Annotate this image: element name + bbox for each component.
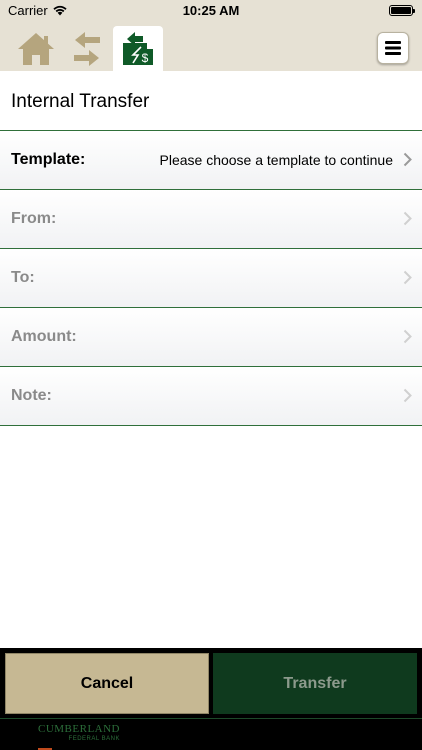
to-row[interactable]: To:	[0, 249, 422, 308]
to-label: To:	[11, 269, 35, 286]
nav-transfers-button[interactable]	[62, 26, 112, 71]
logo-name: CUMBERLAND	[38, 723, 121, 735]
chevron-right-icon	[403, 270, 412, 285]
chevron-right-icon	[403, 152, 412, 167]
page-title: Internal Transfer	[11, 91, 150, 112]
bank-logo: CUMBERLAND FEDERAL BANK	[38, 723, 121, 750]
amount-label: Amount:	[11, 328, 77, 345]
from-row[interactable]: From:	[0, 190, 422, 249]
top-navigation: $	[0, 22, 422, 71]
swap-arrows-icon	[74, 31, 100, 66]
battery-icon	[389, 5, 415, 16]
footer: CUMBERLAND FEDERAL BANK	[0, 718, 422, 750]
svg-text:$: $	[142, 51, 149, 65]
cancel-button[interactable]: Cancel	[5, 653, 209, 714]
clock: 10:25 AM	[182, 3, 240, 18]
template-row[interactable]: Template: Please choose a template to co…	[0, 131, 422, 190]
note-row[interactable]: Note:	[0, 367, 422, 426]
note-label: Note:	[11, 387, 52, 404]
chevron-right-icon	[403, 211, 412, 226]
hamburger-menu-icon	[385, 41, 401, 55]
chevron-right-icon	[403, 388, 412, 403]
menu-button[interactable]	[377, 32, 409, 64]
action-bar: Cancel Transfer	[0, 648, 422, 718]
home-icon	[18, 32, 54, 65]
amount-row[interactable]: Amount:	[0, 308, 422, 367]
transfer-form: Template: Please choose a template to co…	[0, 131, 422, 426]
status-bar: Carrier 10:25 AM	[0, 0, 422, 22]
logo-subtitle: FEDERAL BANK	[68, 736, 121, 742]
transfer-dollar-icon: $	[123, 31, 153, 65]
nav-internal-transfer-button[interactable]: $	[113, 26, 163, 71]
template-label: Template:	[11, 151, 86, 168]
chevron-right-icon	[403, 329, 412, 344]
nav-home-button[interactable]	[11, 26, 61, 71]
template-value: Please choose a template to continue	[159, 152, 394, 168]
from-label: From:	[11, 210, 57, 227]
transfer-button[interactable]: Transfer	[213, 653, 417, 714]
